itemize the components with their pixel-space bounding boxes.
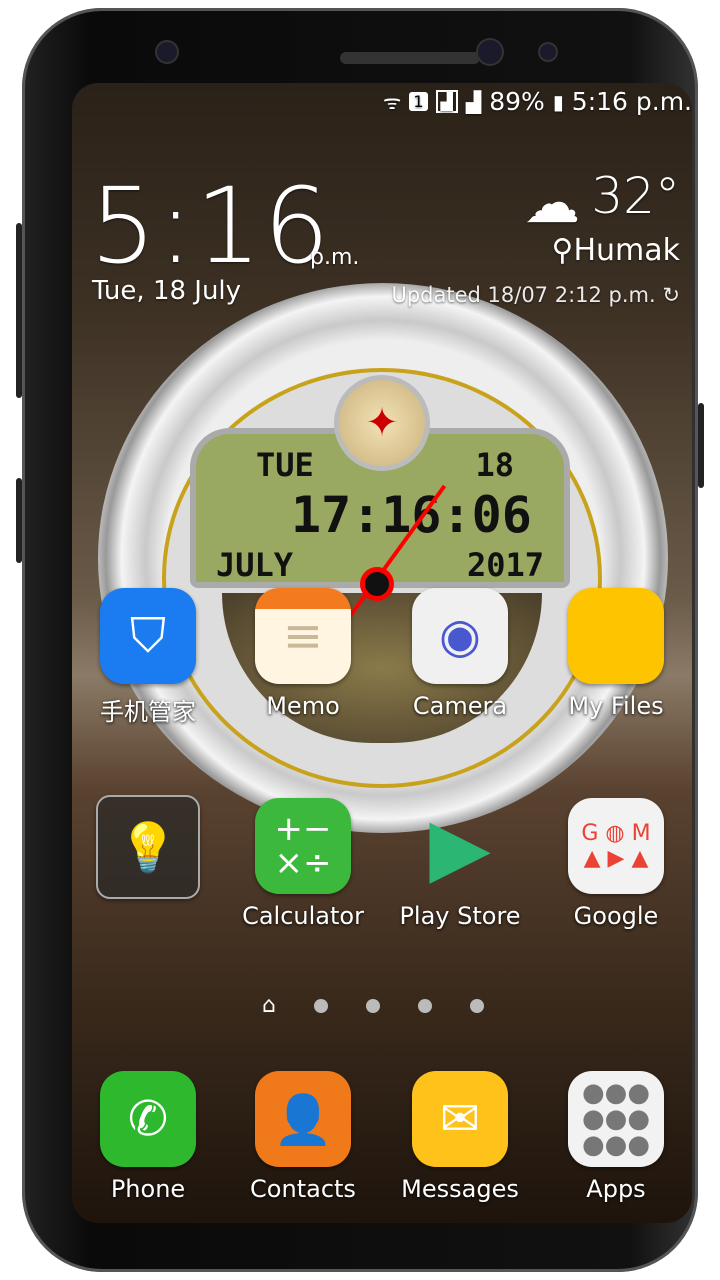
page-dot[interactable] bbox=[469, 999, 484, 1013]
app-tencent-manager[interactable]: ⛉ 手机管家 bbox=[73, 588, 223, 727]
lcd-time: 17:16:06 bbox=[291, 486, 532, 544]
location-pin-icon: ⚲ bbox=[551, 233, 574, 268]
front-camera bbox=[478, 40, 502, 64]
app-play-store[interactable]: ▶ Play Store bbox=[385, 798, 535, 931]
app-flashlight[interactable]: 💡 bbox=[73, 795, 223, 899]
app-label: My Files bbox=[568, 692, 664, 720]
app-label: Calculator bbox=[242, 902, 364, 930]
compass-icon: ✦ bbox=[334, 375, 430, 471]
calculator-icon: +− ×÷ bbox=[255, 798, 351, 894]
signal-icon: ▟ bbox=[435, 90, 458, 113]
lcd-year: 2017 bbox=[466, 546, 544, 584]
camera-icon: ◉ bbox=[412, 588, 508, 684]
weather-temperature[interactable]: 32° bbox=[591, 167, 680, 225]
app-label: Play Store bbox=[399, 902, 521, 930]
app-calculator[interactable]: +− ×÷ Calculator bbox=[228, 798, 378, 930]
weather-location[interactable]: ⚲Humak bbox=[551, 233, 680, 268]
bixby-button bbox=[16, 478, 22, 563]
app-label: Messages bbox=[401, 1175, 519, 1203]
app-label: Apps bbox=[586, 1175, 646, 1203]
iris-sensor bbox=[540, 44, 556, 60]
refresh-icon[interactable]: ↻ bbox=[662, 283, 680, 307]
lcd-day: TUE bbox=[256, 446, 314, 484]
notepad-icon: ≡ bbox=[255, 588, 351, 684]
app-label: Memo bbox=[266, 692, 340, 720]
earpiece bbox=[340, 52, 480, 64]
sim-1-icon: 1 bbox=[409, 92, 428, 111]
home-screen: ᯤ 1 ▟ ▟ 89% ▮ 5:16 p.m. TUE 18 17:16:06 … bbox=[72, 83, 692, 1223]
lcd-month: JULY bbox=[216, 546, 294, 584]
home-page-icon[interactable]: ⌂ bbox=[262, 995, 276, 1017]
app-label: 手机管家 bbox=[100, 698, 196, 726]
battery-icon: ▮ bbox=[552, 89, 564, 114]
app-label: Contacts bbox=[250, 1175, 356, 1203]
battery-percent: 89% bbox=[489, 87, 545, 116]
app-label: Google bbox=[573, 902, 659, 930]
app-label: Phone bbox=[110, 1175, 186, 1203]
shield-icon: ⛉ bbox=[100, 588, 196, 684]
contacts-icon: 👤 bbox=[255, 1071, 351, 1167]
app-google-folder[interactable]: G ◍ M ▲ ▶ ▲ Google bbox=[541, 798, 691, 930]
messages-icon: ✉ bbox=[412, 1071, 508, 1167]
status-bar: ᯤ 1 ▟ ▟ 89% ▮ 5:16 p.m. bbox=[383, 87, 692, 116]
apps-grid-icon: ●●● ●●● ●●● bbox=[568, 1071, 664, 1167]
volume-button bbox=[16, 223, 22, 398]
flashlight-icon: 💡 bbox=[96, 795, 200, 899]
thunderstorm-icon: ☁ bbox=[524, 171, 580, 236]
power-button bbox=[698, 403, 704, 488]
page-dot[interactable] bbox=[417, 999, 432, 1013]
dock-contacts[interactable]: 👤 Contacts bbox=[228, 1071, 378, 1203]
dock-messages[interactable]: ✉ Messages bbox=[385, 1071, 535, 1203]
clock-date[interactable]: Tue, 18 July bbox=[92, 276, 241, 306]
page-dot[interactable] bbox=[365, 999, 380, 1013]
sensor bbox=[157, 42, 177, 62]
lcd-day-number: 18 bbox=[475, 446, 514, 484]
clock-ampm: p.m. bbox=[310, 245, 360, 270]
status-time: 5:16 p.m. bbox=[571, 87, 692, 116]
folder-icon bbox=[568, 588, 664, 684]
page-indicator: ⌂ bbox=[262, 995, 484, 1017]
phone-frame: ᯤ 1 ▟ ▟ 89% ▮ 5:16 p.m. TUE 18 17:16:06 … bbox=[16, 8, 704, 1272]
weather-updated: Updated 18/07 2:12 p.m. ↻ bbox=[391, 283, 680, 307]
clock-time[interactable]: 5:16 bbox=[90, 165, 332, 287]
dock-phone[interactable]: ✆ Phone bbox=[73, 1071, 223, 1203]
play-store-icon: ▶ bbox=[429, 799, 491, 893]
signal-icon: ▟ bbox=[465, 89, 482, 114]
dock-apps[interactable]: ●●● ●●● ●●● Apps bbox=[541, 1071, 691, 1203]
app-label: Camera bbox=[412, 692, 508, 720]
app-memo[interactable]: ≡ Memo bbox=[228, 588, 378, 720]
app-my-files[interactable]: My Files bbox=[541, 588, 691, 720]
location-name: Humak bbox=[573, 233, 680, 268]
page-dot[interactable] bbox=[313, 999, 328, 1013]
wifi-icon: ᯤ bbox=[383, 90, 402, 114]
phone-icon: ✆ bbox=[100, 1071, 196, 1167]
app-camera[interactable]: ◉ Camera bbox=[385, 588, 535, 720]
google-folder-icon: G ◍ M ▲ ▶ ▲ bbox=[568, 798, 664, 894]
updated-text: Updated 18/07 2:12 p.m. bbox=[391, 283, 656, 307]
